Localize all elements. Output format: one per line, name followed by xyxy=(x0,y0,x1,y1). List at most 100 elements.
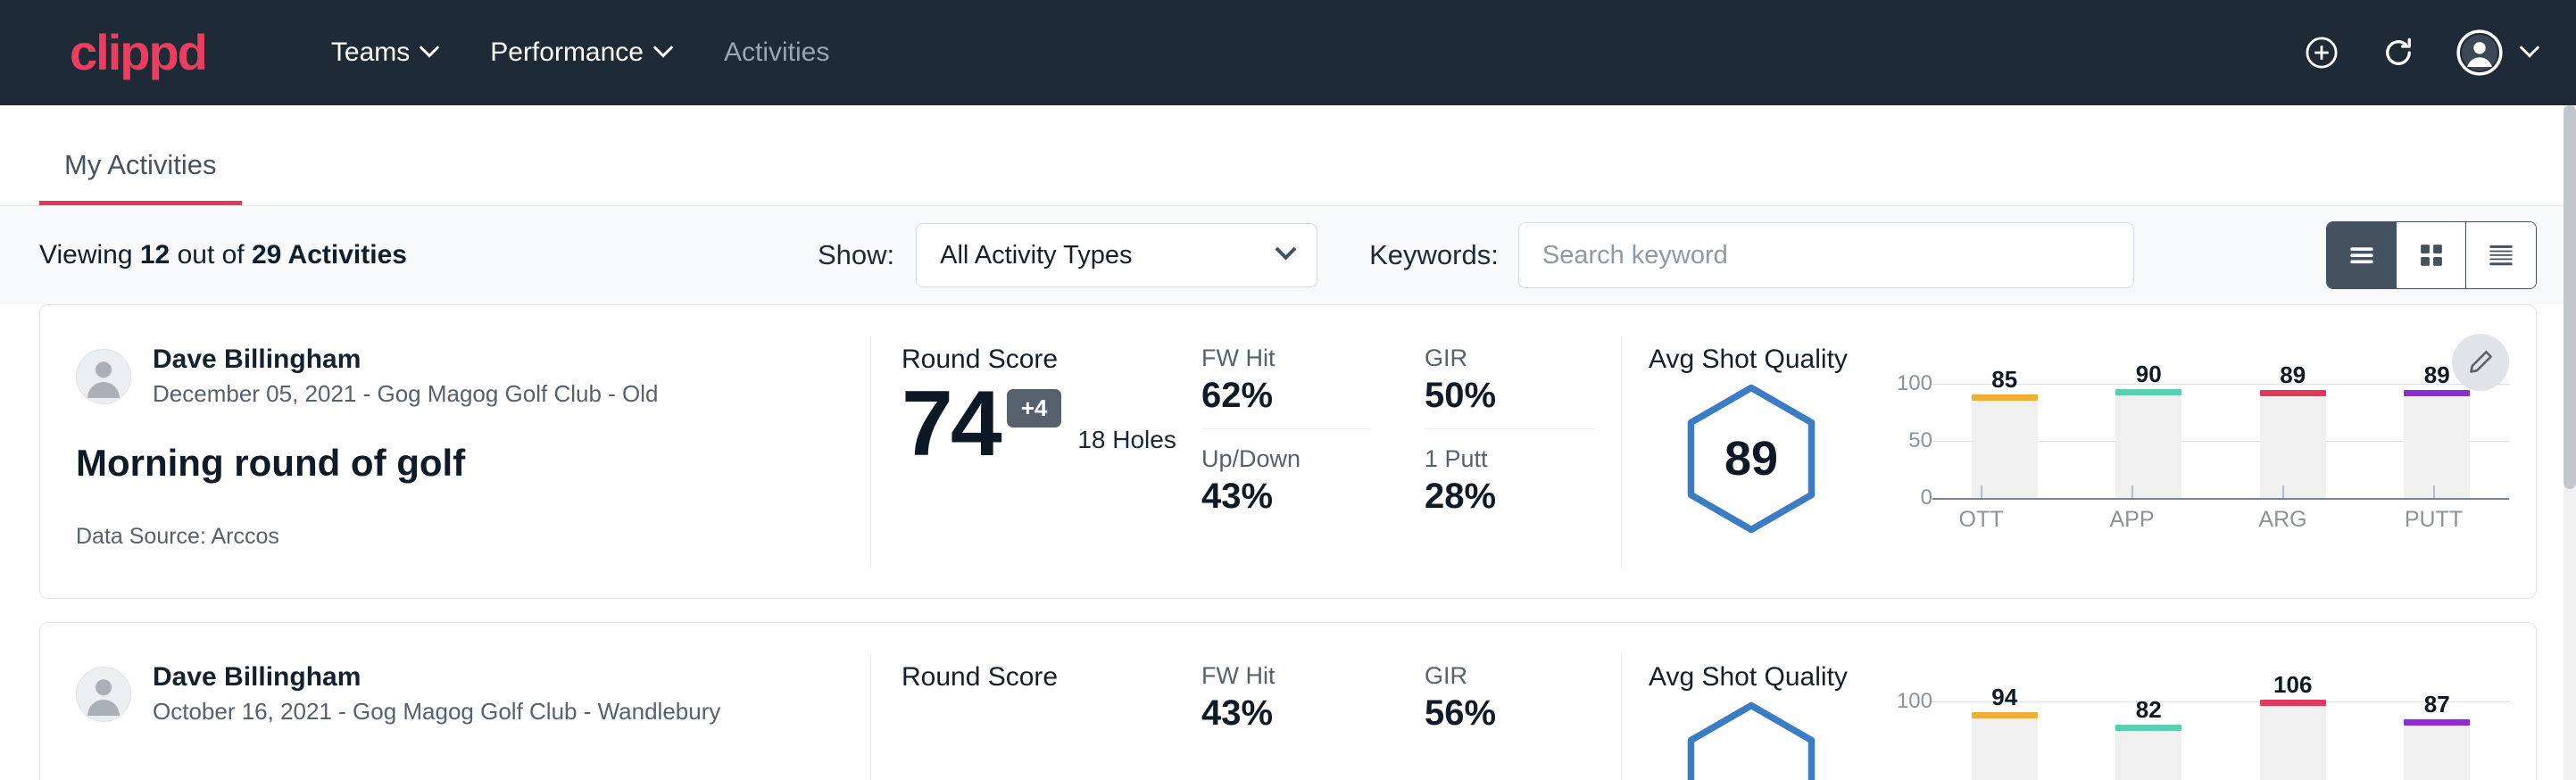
nav-actions xyxy=(2303,29,2537,76)
x-tick-label: APP xyxy=(2057,498,2207,533)
activity-card[interactable]: Dave Billingham December 05, 2021 - Gog … xyxy=(39,304,2537,599)
activity-title: Morning round of golf xyxy=(76,442,835,485)
chart-bars: 94 82 xyxy=(1932,701,2509,780)
avg-shot-quality-block: Avg Shot Quality 89 100 50 xyxy=(1622,305,2536,598)
bar-value: 89 xyxy=(2280,361,2306,389)
viewing-count: 12 xyxy=(140,240,170,270)
viewing-prefix: Viewing xyxy=(39,240,140,270)
compact-list-icon xyxy=(2484,238,2518,272)
stat-label: GIR xyxy=(1425,662,1621,690)
stat-value: 50% xyxy=(1425,376,1621,416)
stat-value: 62% xyxy=(1201,376,1398,416)
round-stats-grid: FW Hit 43% GIR 56% xyxy=(1201,623,1621,780)
app-logo[interactable]: clippd xyxy=(70,28,206,78)
chart-plot-area: 85 90 xyxy=(1932,384,2509,498)
chevron-down-icon xyxy=(2520,37,2540,58)
divider xyxy=(1201,428,1371,429)
grid-view-button[interactable] xyxy=(2397,222,2466,288)
stat-label: FW Hit xyxy=(1201,662,1398,690)
stat-label: GIR xyxy=(1425,344,1621,372)
activity-meta: December 05, 2021 - Gog Magog Golf Club … xyxy=(153,380,659,408)
avatar xyxy=(76,349,131,404)
tab-my-activities[interactable]: My Activities xyxy=(39,149,242,205)
stat-label: 1 Putt xyxy=(1425,445,1621,473)
viewing-count-text: Viewing 12 out of 29 Activities xyxy=(39,240,407,270)
filter-toolbar: Viewing 12 out of 29 Activities Show: Al… xyxy=(0,206,2576,304)
x-tick-label: ARG xyxy=(2207,498,2358,533)
refresh-icon[interactable] xyxy=(2380,34,2417,71)
bar-arg: 89 xyxy=(2221,384,2365,498)
activity-card[interactable]: Dave Billingham October 16, 2021 - Gog M… xyxy=(39,622,2537,780)
chevron-down-icon xyxy=(1276,238,1297,260)
activity-summary: Dave Billingham October 16, 2021 - Gog M… xyxy=(40,623,870,780)
tab-bar: My Activities xyxy=(0,105,2576,206)
round-score-block: Round Score xyxy=(871,623,1201,780)
shot-quality-bar-chart: 100 50 0 xyxy=(1854,384,2509,498)
nav-item-teams[interactable]: Teams xyxy=(304,37,463,68)
activity-author: Dave Billingham December 05, 2021 - Gog … xyxy=(76,344,835,408)
edit-activity-button[interactable] xyxy=(2452,334,2509,391)
list-icon xyxy=(2345,238,2379,272)
nav-item-activities-label: Activities xyxy=(724,37,829,68)
bar-ott: 94 xyxy=(1932,701,2077,780)
nav-item-activities[interactable]: Activities xyxy=(697,37,856,68)
round-score-label: Round Score xyxy=(902,344,1201,375)
chevron-down-icon xyxy=(420,37,440,58)
scrollbar-thumb[interactable] xyxy=(2564,105,2576,489)
chevron-down-icon xyxy=(653,37,674,58)
bar-putt: 89 xyxy=(2365,384,2510,498)
viewing-total: 29 Activities xyxy=(252,240,407,270)
bar-value: 82 xyxy=(2136,696,2162,724)
bar-ott: 85 xyxy=(1932,384,2077,498)
shot-quality-value: 89 xyxy=(1683,384,1819,534)
chart-plot-area: 94 82 xyxy=(1932,701,2509,780)
activity-type-select[interactable]: All Activity Types xyxy=(916,223,1317,287)
view-mode-toggle xyxy=(2326,221,2537,289)
chart-bars: 85 90 xyxy=(1932,384,2509,498)
bar-value: 87 xyxy=(2424,691,2450,718)
nav-item-performance[interactable]: Performance xyxy=(463,37,697,68)
activity-summary: Dave Billingham December 05, 2021 - Gog … xyxy=(40,305,870,598)
shot-quality-hexagon: 89 xyxy=(1683,384,1819,534)
bar-value: 89 xyxy=(2424,361,2450,389)
stat-value: 43% xyxy=(1201,477,1398,517)
shot-quality-hexagon xyxy=(1683,701,1819,780)
chart-x-axis: OTT APP ARG PUTT xyxy=(1906,498,2509,533)
add-icon[interactable] xyxy=(2303,34,2340,71)
activity-meta: October 16, 2021 - Gog Magog Golf Club -… xyxy=(153,698,720,726)
round-score-label: Round Score xyxy=(902,662,1201,693)
chart-y-axis: 100 xyxy=(1881,701,1932,780)
activity-type-value: All Activity Types xyxy=(940,241,1132,270)
bar-value: 85 xyxy=(1991,366,2017,394)
activity-data-source: Data Source: Arccos xyxy=(76,524,835,550)
search-input[interactable] xyxy=(1518,222,2134,288)
account-menu[interactable] xyxy=(2456,29,2537,76)
x-tick-label: OTT xyxy=(1906,498,2057,533)
filter-controls: Show: All Activity Types Keywords: xyxy=(818,222,2134,288)
keywords-label: Keywords: xyxy=(1369,239,1499,271)
grid-icon xyxy=(2414,238,2448,272)
author-name: Dave Billingham xyxy=(153,344,659,375)
avg-shot-quality-label: Avg Shot Quality xyxy=(1649,344,2509,375)
pencil-icon xyxy=(2465,347,2496,378)
viewing-middle: out of xyxy=(170,240,252,270)
stat-one-putt: 1 Putt 28% xyxy=(1425,445,1621,517)
page-scrollbar[interactable] xyxy=(2564,105,2576,780)
bar-value: 90 xyxy=(2136,361,2162,388)
primary-nav: Teams Performance Activities xyxy=(304,37,856,68)
stat-label: FW Hit xyxy=(1201,344,1398,372)
y-tick: 50 xyxy=(1908,428,1932,453)
score-differential-badge: +4 xyxy=(1007,389,1062,427)
bar-value: 94 xyxy=(1991,684,2017,711)
account-avatar xyxy=(2456,29,2503,76)
chart-y-axis: 100 50 0 xyxy=(1881,384,1932,498)
stat-label: Up/Down xyxy=(1201,445,1398,473)
list-view-button[interactable] xyxy=(2327,222,2397,288)
round-score-block: Round Score 74 +4 18 Holes xyxy=(871,305,1201,598)
compact-view-button[interactable] xyxy=(2466,222,2536,288)
y-tick: 100 xyxy=(1897,371,1932,396)
activity-card-list: Dave Billingham December 05, 2021 - Gog … xyxy=(0,304,2576,780)
holes-count: 18 Holes xyxy=(1077,426,1176,454)
bar-arg: 106 xyxy=(2221,701,2365,780)
stat-fw-hit: FW Hit 43% xyxy=(1201,662,1398,734)
